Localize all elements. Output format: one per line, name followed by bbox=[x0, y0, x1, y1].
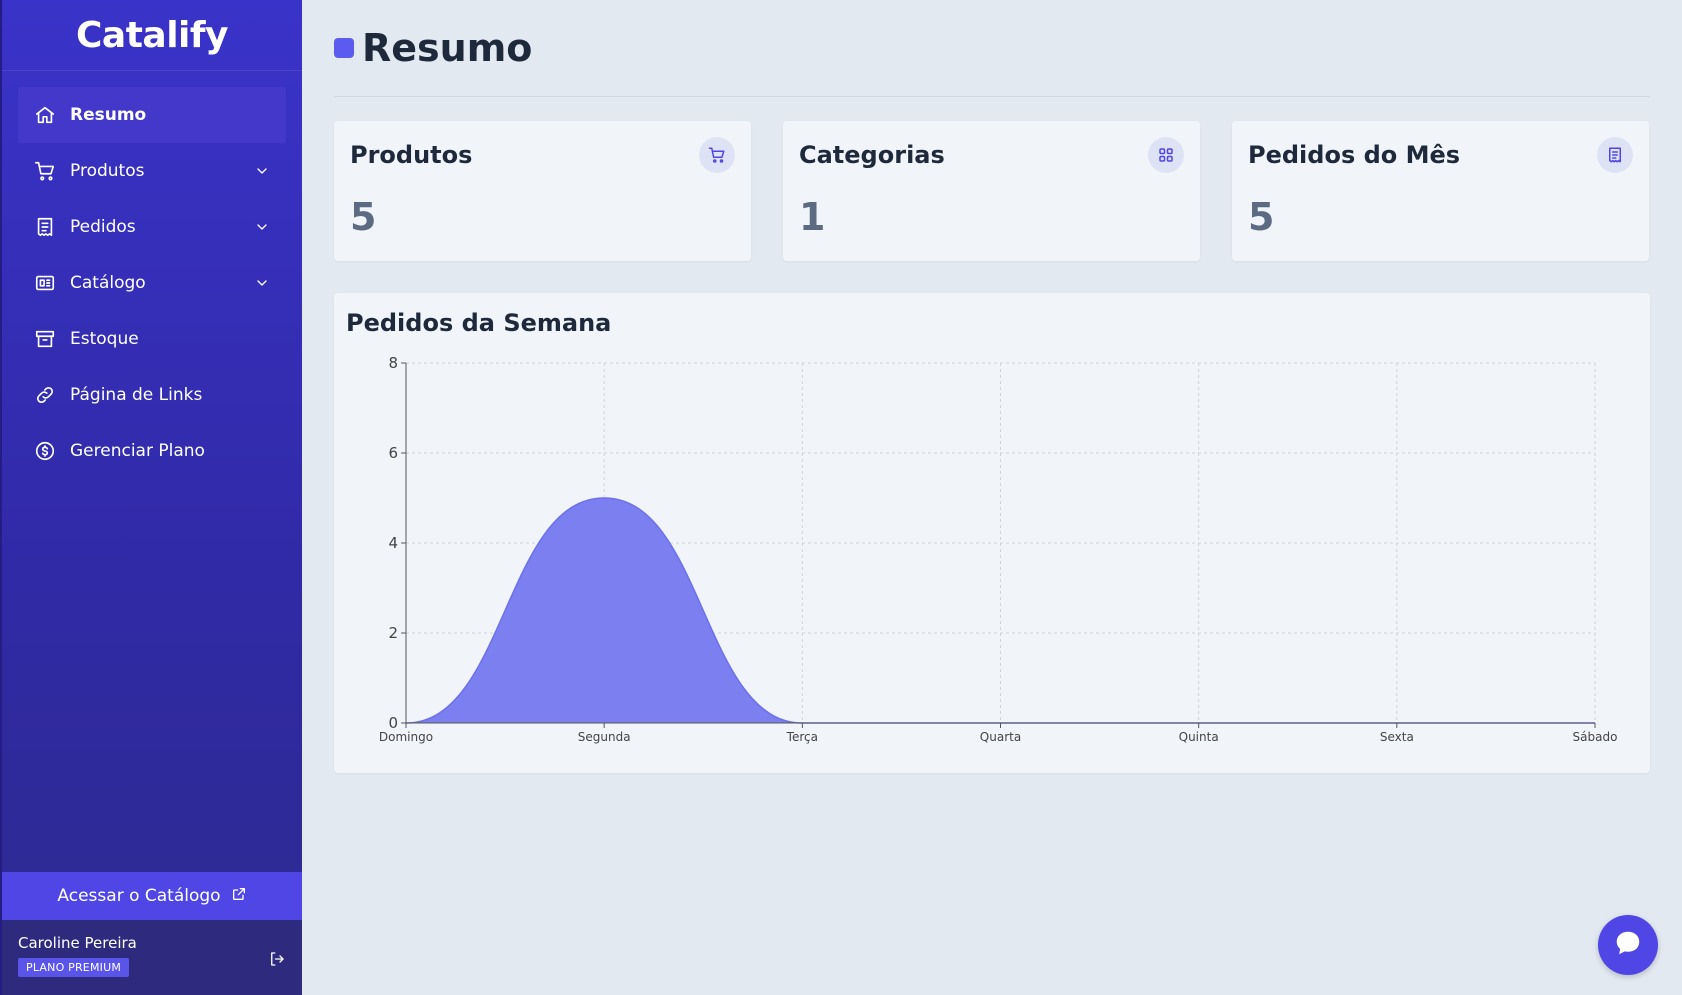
title-accent-square bbox=[334, 38, 354, 58]
card-categorias: Categorias 1 bbox=[783, 121, 1200, 261]
x-tick-label: Segunda bbox=[578, 730, 631, 744]
main-content: Resumo Produtos 5 Categorias 1 Pedidos d… bbox=[334, 0, 1650, 773]
x-tick-label: Sexta bbox=[1380, 730, 1414, 744]
archive-icon bbox=[34, 328, 56, 350]
card-title: Categorias bbox=[799, 141, 945, 169]
chat-bubble-icon bbox=[1613, 928, 1643, 962]
sidebar-nav: Resumo Produtos Pedidos Catálogo Estoque… bbox=[2, 71, 302, 479]
chat-button[interactable] bbox=[1598, 915, 1658, 975]
sidebar-item-catalogo[interactable]: Catálogo bbox=[18, 255, 286, 311]
sidebar-item-label: Resumo bbox=[70, 105, 147, 125]
chevron-down-icon[interactable] bbox=[254, 219, 270, 235]
x-tick-label: Terça bbox=[786, 730, 818, 744]
sidebar-item-produtos[interactable]: Produtos bbox=[18, 143, 286, 199]
sidebar-item-label: Produtos bbox=[70, 161, 145, 181]
card-pedidos-do-mes: Pedidos do Mês 5 bbox=[1232, 121, 1649, 261]
logo-area: Catalify bbox=[2, 0, 302, 71]
x-tick-label: Quarta bbox=[980, 730, 1021, 744]
cart-icon bbox=[34, 160, 56, 182]
user-area: Caroline Pereira PLANO PREMIUM bbox=[2, 920, 302, 995]
sidebar-item-label: Página de Links bbox=[70, 385, 203, 405]
sidebar-item-estoque[interactable]: Estoque bbox=[18, 311, 286, 367]
sidebar-item-label: Catálogo bbox=[70, 273, 146, 293]
chevron-down-icon[interactable] bbox=[254, 163, 270, 179]
y-tick-label: 6 bbox=[388, 444, 398, 462]
sidebar-item-resumo[interactable]: Resumo bbox=[18, 87, 286, 143]
card-value: 5 bbox=[350, 195, 377, 239]
sidebar-item-label: Estoque bbox=[70, 329, 139, 349]
summary-cards: Produtos 5 Categorias 1 Pedidos do Mês 5 bbox=[334, 121, 1650, 261]
card-title: Pedidos do Mês bbox=[1248, 141, 1461, 169]
chevron-down-icon[interactable] bbox=[254, 275, 270, 291]
y-tick-label: 4 bbox=[388, 534, 398, 552]
cart-icon bbox=[699, 137, 735, 173]
grid-icon bbox=[1148, 137, 1184, 173]
external-link-icon bbox=[231, 886, 247, 907]
logo[interactable]: Catalify bbox=[76, 15, 229, 56]
access-catalog-label: Acessar o Catálogo bbox=[57, 886, 221, 906]
dollar-circle-icon bbox=[34, 440, 56, 462]
card-value: 1 bbox=[799, 195, 826, 239]
plan-badge: PLANO PREMIUM bbox=[18, 958, 130, 977]
logout-icon[interactable] bbox=[268, 950, 286, 968]
page-title: Resumo bbox=[362, 26, 533, 70]
sidebar-item-label: Gerenciar Plano bbox=[70, 441, 205, 461]
sidebar: Catalify Resumo Produtos Pedidos Catálog… bbox=[0, 0, 302, 995]
card-value: 5 bbox=[1248, 195, 1275, 239]
x-tick-label: Quinta bbox=[1179, 730, 1219, 744]
page-header: Resumo bbox=[334, 0, 1650, 97]
sidebar-item-label: Pedidos bbox=[70, 217, 136, 237]
sidebar-item-gerenciar-plano[interactable]: Gerenciar Plano bbox=[18, 423, 286, 479]
card-title: Produtos bbox=[350, 141, 473, 169]
card-produtos: Produtos 5 bbox=[334, 121, 751, 261]
sidebar-item-pagina-de-links[interactable]: Página de Links bbox=[18, 367, 286, 423]
weekly-orders-chart-card: Pedidos da Semana 0 2 4 6 8 Domingo Segunda Ter… bbox=[334, 293, 1650, 773]
y-tick-label: 2 bbox=[388, 624, 398, 642]
y-tick-label: 8 bbox=[388, 354, 398, 372]
receipt-icon bbox=[1597, 137, 1633, 173]
receipt-icon bbox=[34, 216, 56, 238]
user-name: Caroline Pereira bbox=[18, 934, 137, 952]
x-tick-label: Domingo bbox=[379, 730, 433, 744]
catalog-icon bbox=[34, 272, 56, 294]
access-catalog-button[interactable]: Acessar o Catálogo bbox=[2, 872, 302, 920]
app-root: Catalify Resumo Produtos Pedidos Catálog… bbox=[0, 0, 1682, 995]
chart-title: Pedidos da Semana bbox=[346, 309, 612, 337]
link-icon bbox=[34, 384, 56, 406]
home-icon bbox=[34, 104, 56, 126]
sidebar-item-pedidos[interactable]: Pedidos bbox=[18, 199, 286, 255]
x-tick-label: Sábado bbox=[1573, 730, 1618, 744]
weekly-orders-chart: 02468Domingo Segunda Terça Quarta Quinta Sext… bbox=[379, 354, 1618, 744]
